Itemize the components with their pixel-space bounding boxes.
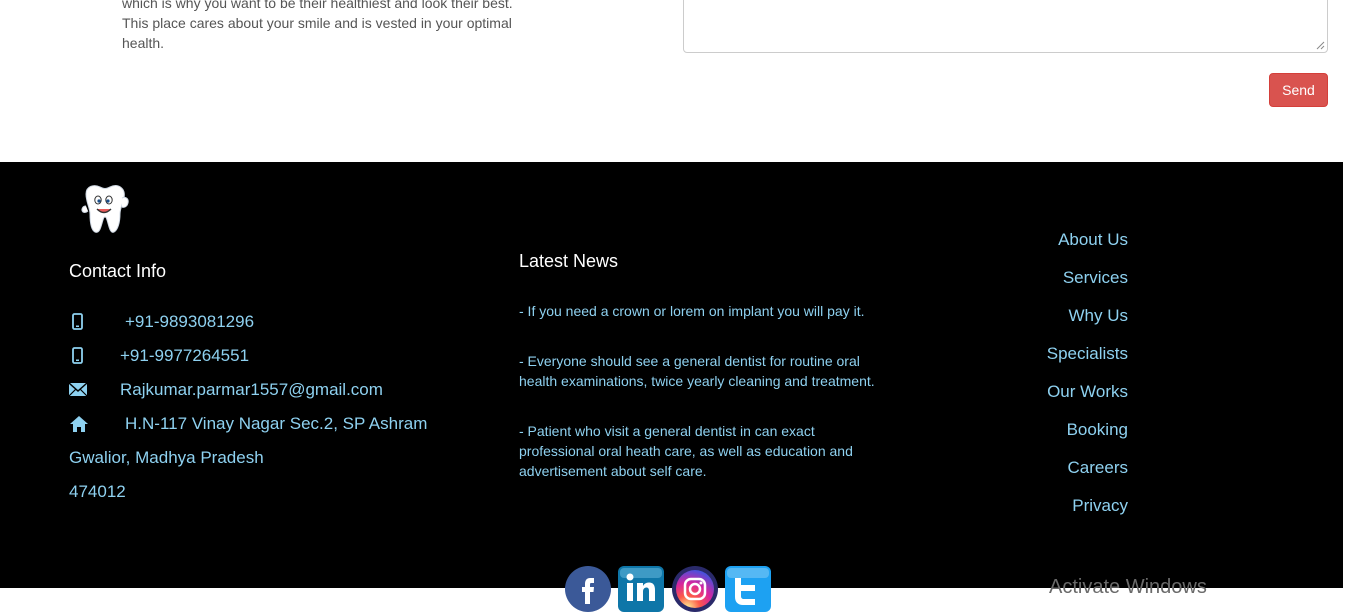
footer: Contact Info +91-9893081296 +91-99772645… [0,162,1345,612]
contact-info-heading: Contact Info [69,261,167,281]
latest-news-heading: Latest News [519,251,619,271]
news-line: - If you need a crown or lorem on implan… [519,303,865,319]
linkedin-link[interactable] [618,566,664,612]
resize-handle-icon[interactable] [1316,41,1325,50]
news-line: health examinations, twice yearly cleani… [519,373,875,389]
facebook-icon [565,566,611,612]
footer-link-about-us[interactable]: About Us [1058,230,1128,250]
news-item: - Everyone should see a general dentist … [519,351,889,391]
about-line: This place cares about your smile and is… [122,15,512,31]
address-line-3: 474012 [69,482,126,501]
address-line-1: H.N-117 Vinay Nagar Sec.2, SP Ashram [125,414,428,433]
about-line: health. [122,35,165,51]
news-item: - If you need a crown or lorem on implan… [519,301,889,321]
envelope-icon [69,382,88,397]
home-icon [70,416,88,432]
message-textarea[interactable] [683,0,1328,53]
facebook-link[interactable] [565,566,611,612]
email-address: Rajkumar.parmar1557@gmail.com [120,380,383,399]
tooth-logo-icon[interactable] [76,180,132,236]
twitter-icon [725,566,771,612]
footer-link-why-us[interactable]: Why Us [1069,306,1129,326]
mobile-phone-icon [72,347,83,364]
instagram-link[interactable] [672,566,718,612]
footer-link-booking[interactable]: Booking [1067,420,1128,440]
send-button[interactable]: Send [1269,73,1328,107]
news-line: - Everyone should see a general dentist … [519,353,860,369]
address-line-2: Gwalior, Madhya Pradesh [69,448,264,467]
news-line: - Patient who visit a general dentist in… [519,423,815,439]
about-paragraph: which is why you want to be their health… [122,0,532,53]
about-line: which is why you want to be their health… [122,0,513,11]
mobile-phone-icon [72,313,83,330]
footer-link-privacy[interactable]: Privacy [1072,496,1128,516]
news-line: professional oral heath care, as well as… [519,443,853,459]
news-line: advertisement about self care. [519,463,707,479]
footer-link-services[interactable]: Services [1063,268,1128,288]
news-item: - Patient who visit a general dentist in… [519,421,889,481]
twitter-link[interactable] [725,566,771,612]
footer-link-specialists[interactable]: Specialists [1047,344,1128,364]
footer-link-careers[interactable]: Careers [1068,458,1128,478]
instagram-icon [672,566,718,612]
phone-number-1: +91-9893081296 [125,312,255,331]
phone-number-2: +91-9977264551 [120,346,250,365]
contact-section: which is why you want to be their health… [0,0,1345,162]
footer-link-our-works[interactable]: Our Works [1047,382,1128,402]
linkedin-icon [618,566,664,612]
